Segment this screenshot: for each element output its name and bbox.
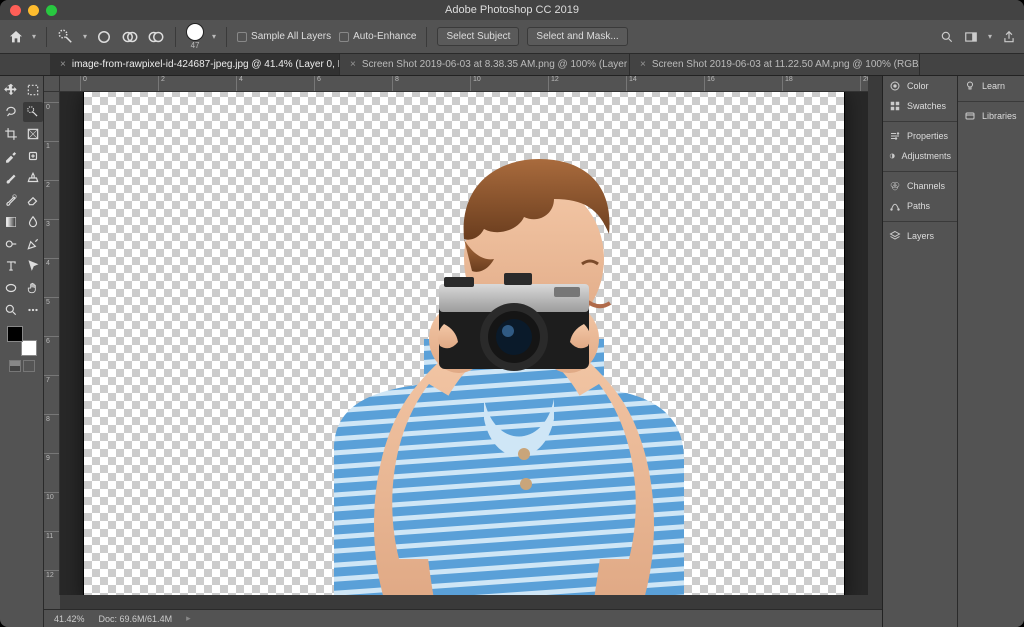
gradient-tool-icon[interactable] xyxy=(1,212,21,232)
zoom-tool-icon[interactable] xyxy=(1,300,21,320)
close-window-button[interactable] xyxy=(10,5,21,16)
workspace-icon[interactable] xyxy=(964,30,978,44)
options-bar: ▾ ▾ 47 ▾ Sample All Layers Auto-Enhance … xyxy=(0,20,1024,54)
quick-select-tool-icon[interactable] xyxy=(57,28,75,46)
select-subject-button[interactable]: Select Subject xyxy=(437,27,519,46)
close-icon[interactable]: × xyxy=(60,59,66,70)
status-bar: 41.42% Doc: 69.6M/61.4M ▸ xyxy=(44,609,882,627)
chevron-down-icon[interactable]: ▾ xyxy=(988,32,992,41)
blur-tool-icon[interactable] xyxy=(23,212,43,232)
search-icon[interactable] xyxy=(940,30,954,44)
app-title: Adobe Photoshop CC 2019 xyxy=(0,4,1024,16)
vertical-ruler[interactable]: 012345678910111213 xyxy=(44,92,60,595)
lasso-tool-icon[interactable] xyxy=(1,102,21,122)
frame-tool-icon[interactable] xyxy=(23,124,43,144)
clone-stamp-tool-icon[interactable] xyxy=(23,168,43,188)
chevron-down-icon[interactable]: ▾ xyxy=(212,32,216,41)
home-icon[interactable] xyxy=(8,29,24,45)
sample-all-layers-checkbox[interactable]: Sample All Layers xyxy=(237,31,331,42)
close-icon[interactable]: × xyxy=(350,59,356,70)
edit-toolbar-icon[interactable] xyxy=(23,300,43,320)
panel-tab-layers[interactable]: Layers xyxy=(883,226,957,246)
panel-tab-learn[interactable]: Learn xyxy=(958,76,1024,96)
panel-tab-color[interactable]: Color xyxy=(883,76,957,96)
add-to-selection-icon[interactable] xyxy=(121,28,139,46)
close-icon[interactable]: × xyxy=(640,59,646,70)
brush-tool-icon[interactable] xyxy=(1,168,21,188)
marquee-tool-icon[interactable] xyxy=(23,80,43,100)
auto-enhance-checkbox[interactable]: Auto-Enhance xyxy=(339,31,416,42)
zoom-window-button[interactable] xyxy=(46,5,57,16)
panel-tab-swatches[interactable]: Swatches xyxy=(883,96,957,116)
share-icon[interactable] xyxy=(1002,30,1016,44)
brush-size-label: 47 xyxy=(191,42,200,50)
panel-tab-paths[interactable]: Paths xyxy=(883,196,957,216)
hand-tool-icon[interactable] xyxy=(23,278,43,298)
toolbox xyxy=(0,76,44,627)
path-selection-tool-icon[interactable] xyxy=(23,256,43,276)
panel-tab-adjustments[interactable]: Adjustments xyxy=(883,146,957,166)
window-titlebar: Adobe Photoshop CC 2019 xyxy=(0,0,1024,20)
history-brush-tool-icon[interactable] xyxy=(1,190,21,210)
canvas[interactable] xyxy=(60,92,868,595)
move-tool-icon[interactable] xyxy=(1,80,21,100)
panel-tab-channels[interactable]: Channels xyxy=(883,176,957,196)
document-tabstrip: ×image-from-rawpixel-id-424687-jpeg.jpg … xyxy=(0,54,1024,76)
brush-preset-picker[interactable]: 47 xyxy=(186,23,204,50)
pen-tool-icon[interactable] xyxy=(23,234,43,254)
horizontal-scrollbar[interactable] xyxy=(60,595,868,609)
ellipse-tool-icon[interactable] xyxy=(1,278,21,298)
vertical-scrollbar[interactable] xyxy=(868,92,882,595)
document-tab[interactable]: ×Screen Shot 2019-06-03 at 11.22.50 AM.p… xyxy=(630,54,920,75)
foreground-color-swatch[interactable] xyxy=(7,326,23,342)
horizontal-ruler[interactable]: 02468101214161820 xyxy=(60,76,868,92)
panel-tab-properties[interactable]: Properties xyxy=(883,126,957,146)
ruler-origin[interactable] xyxy=(44,76,60,92)
background-color-swatch[interactable] xyxy=(21,340,37,356)
chevron-right-icon[interactable]: ▸ xyxy=(186,613,191,624)
document-tab[interactable]: ×image-from-rawpixel-id-424687-jpeg.jpg … xyxy=(50,54,340,75)
eyedropper-tool-icon[interactable] xyxy=(1,146,21,166)
spot-healing-tool-icon[interactable] xyxy=(23,146,43,166)
new-selection-icon[interactable] xyxy=(95,28,113,46)
document-stage: 02468101214161820 012345678910111213 xyxy=(44,76,882,627)
chevron-down-icon[interactable]: ▾ xyxy=(83,32,87,41)
foreground-background-colors[interactable] xyxy=(7,326,37,356)
document-tab[interactable]: ×Screen Shot 2019-06-03 at 8.38.35 AM.pn… xyxy=(340,54,630,75)
dodge-tool-icon[interactable] xyxy=(1,234,21,254)
doc-size[interactable]: Doc: 69.6M/61.4M xyxy=(99,614,173,624)
type-tool-icon[interactable] xyxy=(1,256,21,276)
panel-tab-libraries[interactable]: Libraries xyxy=(958,106,1024,126)
crop-tool-icon[interactable] xyxy=(1,124,21,144)
minimize-window-button[interactable] xyxy=(28,5,39,16)
screen-mode-icon[interactable] xyxy=(23,360,35,372)
zoom-level[interactable]: 41.42% xyxy=(54,614,85,624)
chevron-down-icon[interactable]: ▾ xyxy=(32,32,36,41)
quick-mask-icon[interactable] xyxy=(9,360,21,372)
right-panel-dock: Color Swatches Properties Adjustments Ch… xyxy=(882,76,1024,627)
quick-selection-tool-icon[interactable] xyxy=(23,102,43,122)
brush-swatch-icon xyxy=(186,23,204,41)
artboard[interactable] xyxy=(84,92,844,595)
eraser-tool-icon[interactable] xyxy=(23,190,43,210)
image-subject xyxy=(84,92,844,595)
select-and-mask-button[interactable]: Select and Mask... xyxy=(527,27,627,46)
subtract-from-selection-icon[interactable] xyxy=(147,28,165,46)
